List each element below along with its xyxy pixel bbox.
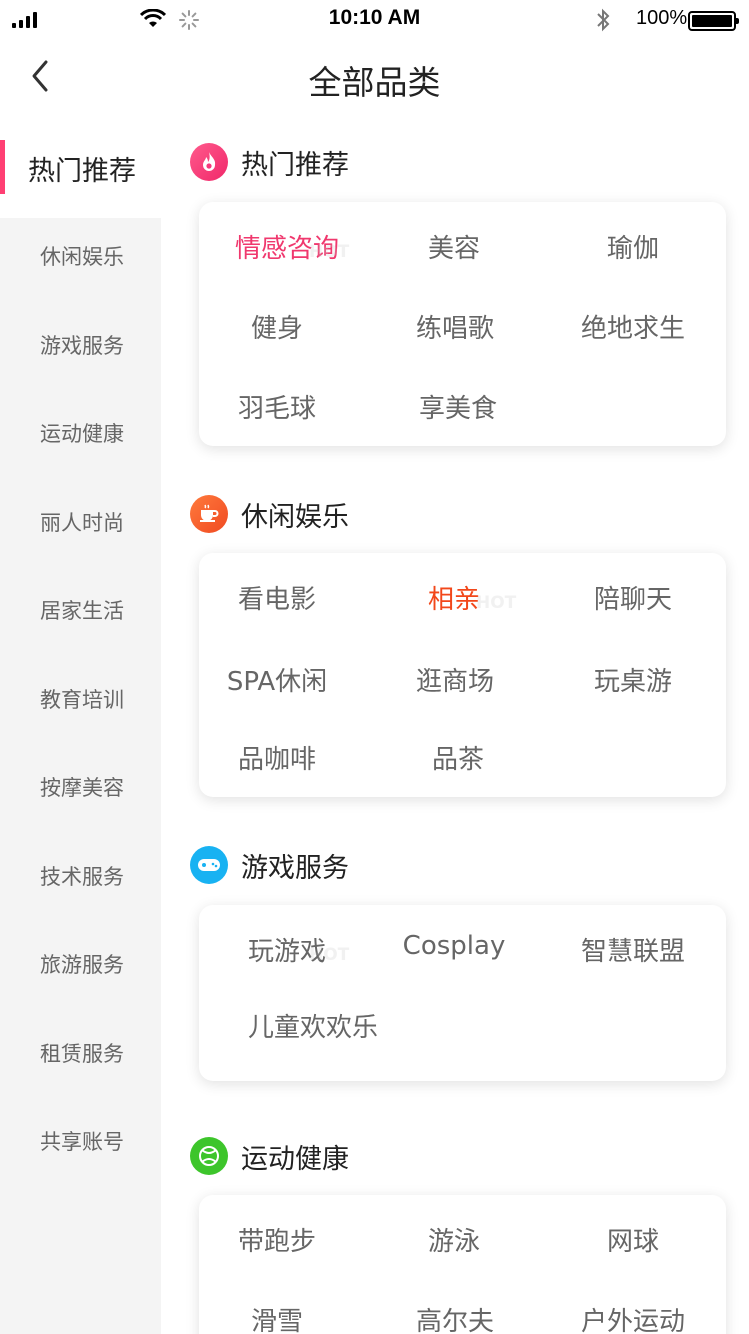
tag-spa[interactable]: SPA休闲 [189, 661, 365, 698]
tag-movie[interactable]: 看电影 [189, 579, 365, 616]
tag-kids-fun[interactable]: 儿童欢欢乐 [225, 1007, 401, 1044]
section-header-leisure: 休闲娱乐 [190, 494, 349, 534]
sidebar-item-leisure[interactable]: 休闲娱乐 [0, 212, 161, 300]
tag-golf[interactable]: 高尔夫 [367, 1301, 543, 1334]
tag-tennis[interactable]: 网球 [545, 1221, 721, 1258]
tag-card-sports: 带跑步 游泳 网球 滑雪 高尔夫 户外运动 [199, 1195, 726, 1334]
tag-chat[interactable]: 陪聊天 [545, 579, 721, 616]
sidebar-item-sports[interactable]: 运动健康 [0, 389, 161, 477]
battery-percentage: 100% [636, 7, 688, 29]
section-header-sports: 运动健康 [190, 1136, 349, 1176]
section-title: 休闲娱乐 [241, 501, 349, 533]
tag-pubg[interactable]: 绝地求生 [545, 308, 721, 345]
tag-wisdom-league[interactable]: 智慧联盟 [545, 931, 721, 968]
tag-beauty[interactable]: 美容 [366, 228, 542, 265]
bluetooth-icon [597, 8, 610, 32]
tag-fitness[interactable]: 健身 [189, 308, 365, 345]
sidebar-item-hot[interactable]: 热门推荐 [0, 118, 161, 218]
sidebar-item-home[interactable]: 居家生活 [0, 566, 161, 654]
tag-yoga[interactable]: 瑜伽 [545, 228, 721, 265]
sidebar-item-travel[interactable]: 旅游服务 [0, 920, 161, 1008]
tag-skiing[interactable]: 滑雪 [189, 1301, 365, 1334]
tag-badminton[interactable]: 羽毛球 [189, 388, 365, 425]
tag-card-leisure: 看电影 相亲 HOT 陪聊天 SPA休闲 逛商场 玩桌游 品咖啡 品茶 [199, 553, 726, 797]
tag-card-hot: 情感咨询 HOT 美容 瑜伽 健身 练唱歌 绝地求生 羽毛球 享美食 [199, 202, 726, 446]
sidebar-item-gaming[interactable]: 游戏服务 [0, 301, 161, 389]
coffee-cup-icon [190, 495, 228, 533]
sidebar-item-education[interactable]: 教育培训 [0, 655, 161, 743]
section-header-hot: 热门推荐 [190, 142, 349, 182]
sidebar-item-fashion[interactable]: 丽人时尚 [0, 478, 161, 566]
ball-icon [190, 1137, 228, 1175]
tag-card-gaming: 玩游戏 HOT Cosplay 智慧联盟 儿童欢欢乐 [199, 905, 726, 1081]
sidebar-item-rental[interactable]: 租赁服务 [0, 1009, 161, 1097]
tag-play-games[interactable]: 玩游戏 HOT [199, 931, 375, 968]
section-header-gaming: 游戏服务 [190, 845, 349, 885]
tag-board-games[interactable]: 玩桌游 [545, 661, 721, 698]
category-sidebar: 热门推荐 休闲娱乐 游戏服务 运动健康 丽人时尚 居家生活 教育培训 按摩美容 … [0, 118, 161, 1334]
tag-swimming[interactable]: 游泳 [366, 1221, 542, 1258]
tag-blind-date[interactable]: 相亲 HOT [366, 579, 542, 616]
section-title: 游戏服务 [241, 852, 349, 884]
tag-coffee[interactable]: 品咖啡 [189, 739, 365, 776]
section-title: 热门推荐 [241, 149, 349, 181]
tag-singing[interactable]: 练唱歌 [367, 308, 543, 345]
section-title: 运动健康 [241, 1143, 349, 1175]
battery-icon [688, 11, 739, 31]
gamepad-icon [190, 846, 228, 884]
tag-shopping[interactable]: 逛商场 [367, 661, 543, 698]
status-bar: 10:10 AM 100% [0, 0, 749, 40]
tag-food[interactable]: 享美食 [370, 388, 546, 425]
tag-tea[interactable]: 品茶 [370, 739, 546, 776]
flame-icon [190, 143, 228, 181]
sidebar-item-tech[interactable]: 技术服务 [0, 832, 161, 920]
page-title: 全部品类 [308, 63, 441, 102]
sidebar-item-massage[interactable]: 按摩美容 [0, 743, 161, 831]
tag-outdoor[interactable]: 户外运动 [545, 1301, 721, 1334]
sidebar-item-shared-account[interactable]: 共享账号 [0, 1097, 161, 1185]
tag-running[interactable]: 带跑步 [189, 1221, 365, 1258]
tag-cosplay[interactable]: Cosplay [366, 931, 542, 961]
tag-emotional-counseling[interactable]: 情感咨询 HOT [199, 228, 375, 265]
